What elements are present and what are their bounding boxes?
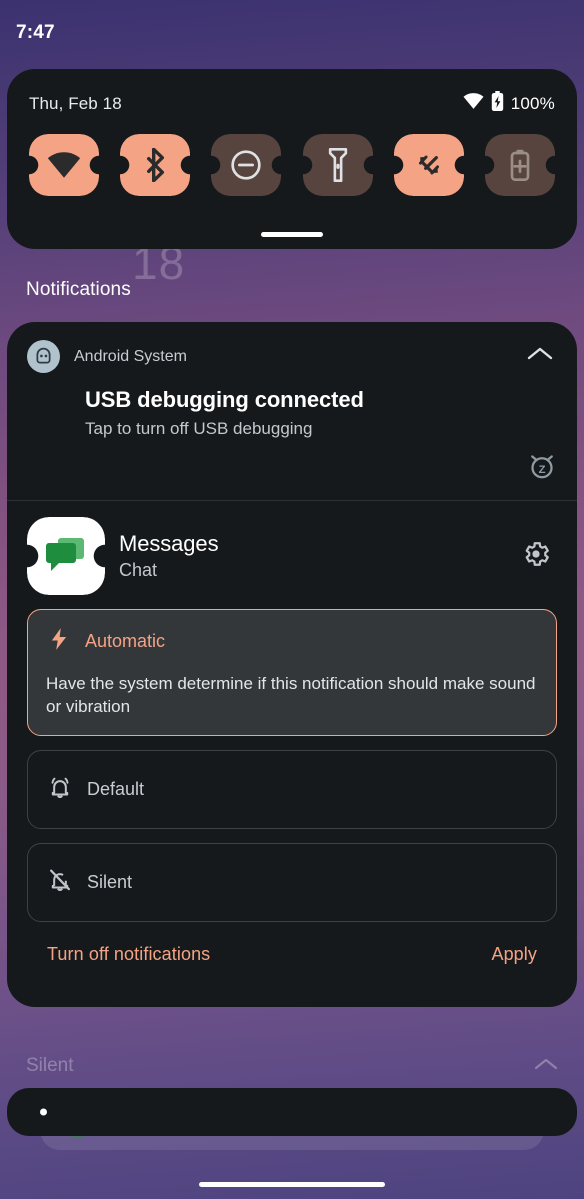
- flashlight-icon: [327, 148, 349, 182]
- messages-app-name: Messages: [119, 531, 219, 556]
- qs-tile-auto-rotate[interactable]: [393, 134, 464, 196]
- do-not-disturb-icon: [230, 149, 262, 181]
- messages-chat-icon: [27, 517, 105, 595]
- qs-tile-flashlight[interactable]: [302, 134, 373, 196]
- gear-icon[interactable]: [515, 533, 557, 580]
- option-head: Default: [46, 773, 538, 806]
- notification-snooze-row: Z: [27, 451, 557, 486]
- option-head: Silent: [46, 866, 538, 899]
- quick-settings-date[interactable]: Thu, Feb 18: [29, 94, 122, 114]
- home-indicator[interactable]: [199, 1182, 385, 1187]
- qs-tile-do-not-disturb[interactable]: [211, 134, 282, 196]
- qs-tile-wifi[interactable]: [29, 134, 99, 196]
- wifi-icon: [463, 93, 484, 114]
- chevron-up-icon[interactable]: [534, 1055, 558, 1077]
- notification-app-name: Android System: [74, 347, 187, 365]
- importance-option-automatic[interactable]: Automatic Have the system determine if t…: [27, 609, 557, 736]
- option-label: Default: [87, 778, 145, 799]
- quick-settings-tiles: [7, 116, 577, 196]
- unread-dot: [40, 1108, 47, 1116]
- notification-header-row: Android System: [27, 340, 557, 373]
- messages-channel-name: Chat: [119, 560, 158, 580]
- importance-option-default[interactable]: Default: [27, 749, 557, 829]
- qs-tile-bluetooth[interactable]: [120, 134, 191, 196]
- silent-section-header[interactable]: Silent: [26, 1055, 558, 1077]
- notification-shade: Android System USB debugging connected T…: [7, 322, 577, 1007]
- notifications-section-label: Notifications: [26, 279, 131, 300]
- bell-slash-icon: [46, 866, 74, 899]
- messages-header-row: Messages Chat: [27, 517, 557, 595]
- option-description: Have the system determine if this notifi…: [46, 674, 536, 716]
- option-label: Automatic: [85, 631, 166, 651]
- apply-button[interactable]: Apply: [491, 944, 537, 965]
- importance-option-silent[interactable]: Silent: [27, 842, 557, 922]
- notification-text: Tap to turn off USB debugging: [85, 419, 313, 438]
- battery-saver-icon: [509, 149, 531, 181]
- status-bar: 7:47: [0, 0, 584, 66]
- lightning-bolt-icon: [46, 626, 72, 657]
- quick-settings-status-icons: 100%: [463, 91, 555, 116]
- quick-settings-header: Thu, Feb 18 100%: [7, 69, 577, 116]
- snooze-alarm-icon[interactable]: Z: [527, 451, 557, 486]
- collapsed-notification-card[interactable]: [7, 1088, 577, 1136]
- qs-tile-battery-saver[interactable]: [484, 134, 555, 196]
- turn-off-notifications-button[interactable]: Turn off notifications: [47, 944, 210, 965]
- notification-messages-settings: Messages Chat Automatic Have the system …: [7, 501, 577, 1007]
- option-label: Silent: [87, 871, 133, 892]
- option-head: Automatic: [46, 626, 538, 657]
- android-head-icon: [27, 340, 60, 373]
- notification-action-row: Turn off notifications Apply: [27, 922, 557, 989]
- wifi-icon: [47, 152, 81, 178]
- chevron-up-icon[interactable]: [523, 342, 557, 371]
- svg-text:Z: Z: [539, 464, 546, 476]
- bluetooth-icon: [142, 148, 168, 182]
- status-bar-clock: 7:47: [16, 22, 55, 43]
- notification-title: USB debugging connected: [85, 387, 364, 412]
- battery-percent-label: 100%: [510, 93, 555, 113]
- messages-titles: Messages Chat: [119, 531, 501, 581]
- qs-drag-handle[interactable]: [261, 232, 323, 237]
- battery-charging-icon: [491, 91, 504, 116]
- silent-section-label: Silent: [26, 1055, 74, 1076]
- auto-rotate-icon: [413, 149, 445, 181]
- quick-settings-panel[interactable]: Thu, Feb 18 100%: [7, 69, 577, 249]
- bell-ringing-icon: [46, 773, 74, 806]
- notification-usb-debugging[interactable]: Android System USB debugging connected T…: [7, 322, 577, 500]
